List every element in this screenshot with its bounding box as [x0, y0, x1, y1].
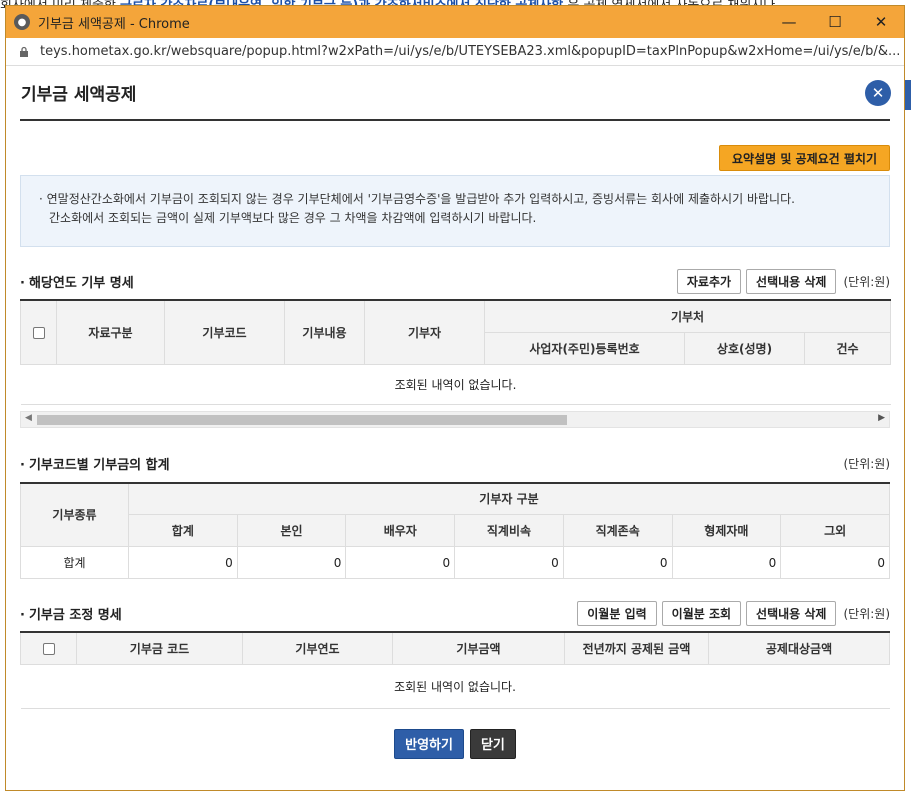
col-descendant: 직계비속: [454, 514, 564, 547]
popup-window: ● 기부금 세액공제 - Chrome — ☐ ✕ teys.hometax.g…: [5, 5, 905, 791]
horizontal-scrollbar[interactable]: ◀ ▶: [20, 410, 890, 428]
section-donation-details-header: 해당연도 기부 명세 자료추가 선택내용 삭제 (단위:원): [20, 267, 890, 295]
window-close-button[interactable]: ✕: [858, 6, 904, 38]
page-title: 기부금 세액공제: [21, 85, 137, 105]
col-count: 건수: [804, 331, 891, 365]
col-content: 기부내용: [284, 299, 365, 365]
col-code: 기부코드: [164, 299, 285, 365]
title-bar: ● 기부금 세액공제 - Chrome — ☐ ✕: [6, 6, 904, 38]
window-title: 기부금 세액공제 - Chrome: [38, 16, 190, 32]
row-label: 합계: [20, 546, 129, 579]
cell-other: 0: [780, 546, 890, 579]
notice-box: · 연말정산간소화에서 기부금이 조회되지 않는 경우 기부단체에서 '기부금영…: [20, 175, 890, 247]
section-title: 기부코드별 기부금의 합계: [20, 454, 170, 473]
col-spouse: 배우자: [345, 514, 456, 547]
col-data-type: 자료구분: [56, 299, 165, 365]
notice-line-1: · 연말정산간소화에서 기부금이 조회되지 않는 경우 기부단체에서 '기부금영…: [39, 192, 795, 206]
apply-button[interactable]: 반영하기: [394, 728, 464, 759]
col-sibling: 형제자매: [671, 514, 782, 547]
adjustment-table: 기부금 코드 기부연도 기부금액 전년까지 공제된 금액 공제대상금액 조회된 …: [20, 631, 890, 709]
background-edge-button: [904, 80, 911, 110]
cell-self: 0: [236, 546, 347, 579]
lock-icon: [18, 46, 30, 58]
maximize-button[interactable]: ☐: [812, 6, 858, 38]
section-title: 기부금 조정 명세: [20, 604, 122, 623]
col-donation-amount: 기부금액: [392, 631, 565, 665]
scroll-right-icon[interactable]: ▶: [878, 413, 885, 423]
col-ascendant: 직계존속: [562, 514, 673, 547]
footer-actions: 반영하기 닫기: [20, 728, 890, 759]
col-type: 기부종류: [20, 482, 129, 547]
add-data-button[interactable]: 자료추가: [676, 268, 742, 294]
carryover-view-button[interactable]: 이월분 조회: [661, 600, 742, 626]
popup-content: 기부금 세액공제 ✕ 요약설명 및 공제요건 펼치기 · 연말정산간소화에서 기…: [6, 66, 904, 759]
cell-descendant: 0: [454, 546, 564, 579]
delete-selected-button[interactable]: 선택내용 삭제: [746, 600, 837, 626]
cell-ascendant: 0: [562, 546, 673, 579]
select-all-header: [20, 299, 57, 365]
popup-close-icon[interactable]: ✕: [865, 79, 891, 106]
notice-line-2: 간소화에서 조회되는 금액이 실제 기부액보다 많은 경우 그 차액을 차감액에…: [49, 211, 537, 225]
cell-total: 0: [128, 546, 238, 579]
col-self: 본인: [236, 514, 347, 547]
donation-details-table: 자료구분 기부코드 기부내용 기부자 기부처 사업자(주민)등록번호 상호(성명…: [20, 299, 891, 405]
summary-expand-button[interactable]: 요약설명 및 공제요건 펼치기: [718, 145, 890, 171]
empty-message: 조회된 내역이 없습니다.: [20, 663, 890, 709]
select-all-checkbox[interactable]: [32, 326, 45, 339]
col-donor: 기부자: [364, 299, 485, 365]
scrollbar-thumb[interactable]: [37, 414, 567, 425]
col-recipient: 기부처: [484, 299, 891, 333]
select-all-checkbox[interactable]: [42, 642, 55, 655]
col-prior-deducted: 전년까지 공제된 금액: [564, 631, 709, 665]
scroll-left-icon[interactable]: ◀: [25, 413, 32, 423]
code-sum-table: 기부종류 기부자 구분 합계 본인 배우자 직계비속 직계존속 형제자매 그외 …: [20, 481, 890, 579]
empty-message: 조회된 내역이 없습니다.: [20, 363, 891, 405]
carryover-input-button[interactable]: 이월분 입력: [577, 600, 657, 626]
section-title: 해당연도 기부 명세: [20, 272, 134, 291]
col-donation-code: 기부금 코드: [76, 631, 243, 665]
popup-header: 기부금 세액공제 ✕: [20, 66, 891, 121]
col-deductible-amount: 공제대상금액: [708, 631, 890, 665]
unit-label: (단위:원): [843, 457, 890, 471]
select-all-header: [20, 631, 77, 665]
col-name: 상호(성명): [684, 331, 805, 365]
close-button[interactable]: 닫기: [469, 728, 516, 759]
minimize-button[interactable]: —: [766, 6, 812, 38]
col-total: 합계: [128, 514, 238, 547]
cell-spouse: 0: [345, 546, 456, 579]
col-other: 그외: [780, 514, 890, 547]
delete-selected-button[interactable]: 선택내용 삭제: [746, 268, 837, 294]
col-donor-group: 기부자 구분: [128, 482, 890, 515]
col-biz-no: 사업자(주민)등록번호: [484, 331, 685, 365]
unit-label: (단위:원): [843, 274, 890, 289]
unit-label: (단위:원): [843, 606, 890, 621]
url-text: teys.hometax.go.kr/websquare/popup.html?…: [40, 44, 901, 59]
table-row: 합계 0 0 0 0 0 0 0: [20, 546, 890, 579]
section-code-sum-header: 기부코드별 기부금의 합계 (단위:원): [20, 450, 890, 478]
cell-sibling: 0: [671, 546, 782, 579]
section-adjustment-header: 기부금 조정 명세 이월분 입력 이월분 조회 선택내용 삭제 (단위:원): [20, 599, 890, 627]
address-bar[interactable]: teys.hometax.go.kr/websquare/popup.html?…: [6, 38, 904, 66]
hometax-favicon-icon: ●: [14, 14, 30, 30]
col-donation-year: 기부연도: [242, 631, 393, 665]
